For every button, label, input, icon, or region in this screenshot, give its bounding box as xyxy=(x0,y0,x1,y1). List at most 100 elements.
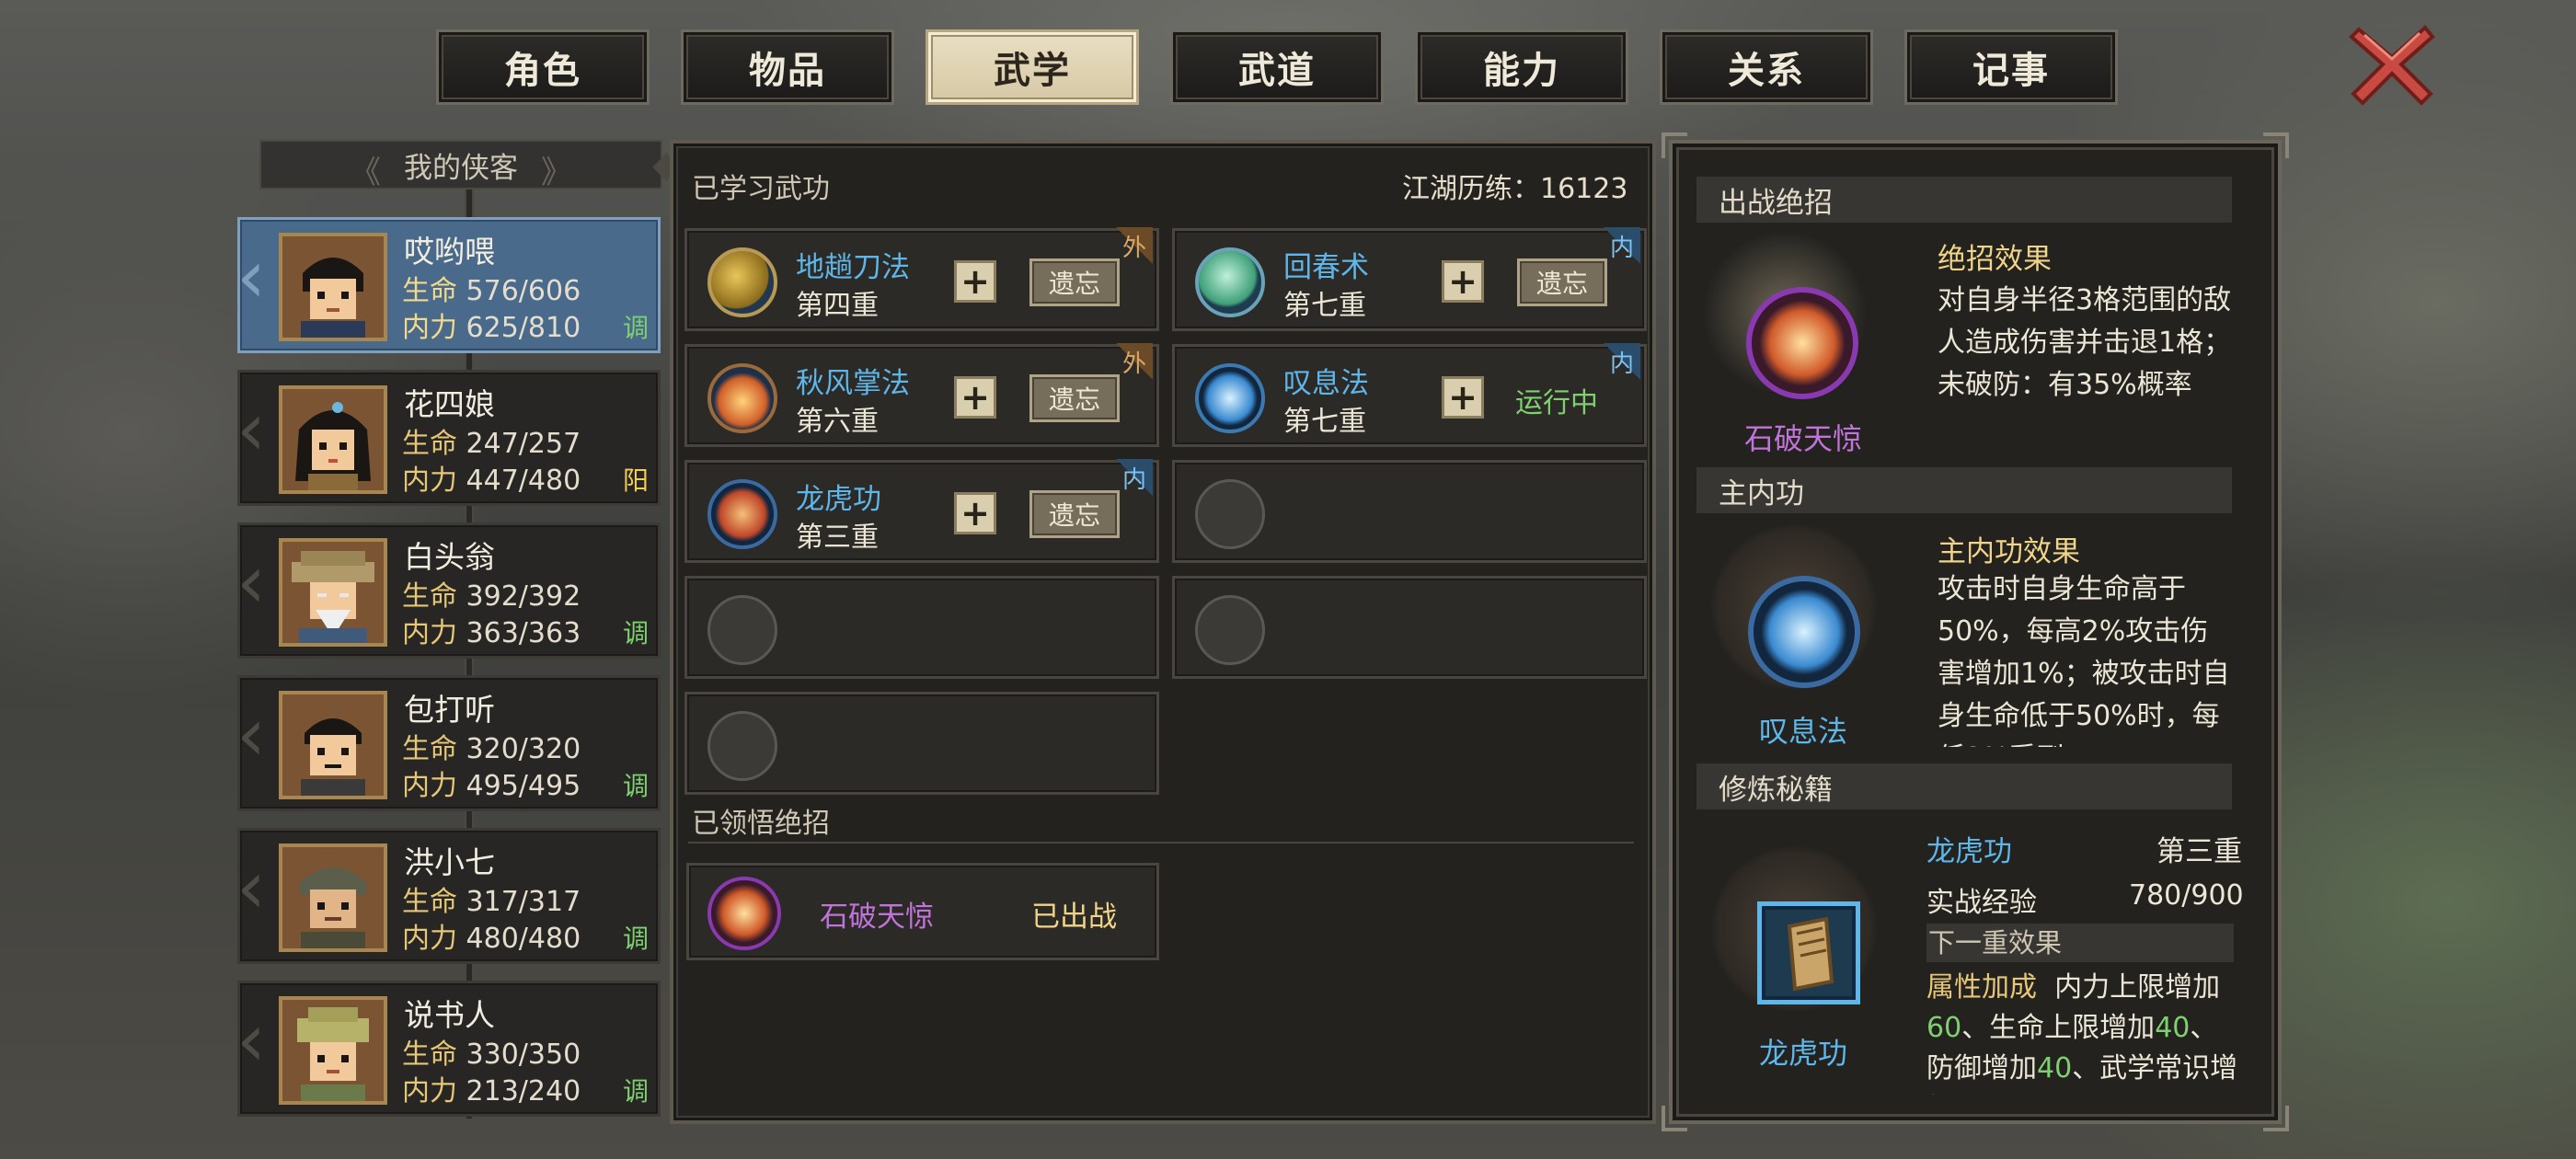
manual-icon[interactable] xyxy=(1757,901,1860,1004)
tab-ability[interactable]: 能力 xyxy=(1415,29,1628,105)
tab-martial-arts[interactable]: 武学 xyxy=(926,29,1139,105)
hero-name: 包打听 xyxy=(404,692,495,728)
sigh-skill-icon[interactable] xyxy=(1748,576,1860,688)
skill-slot[interactable]: 叹息法 第七重 + 运行中 内 xyxy=(1172,343,1647,447)
upgrade-button[interactable]: + xyxy=(954,492,996,534)
hero-hp: 生命 247/257 xyxy=(402,428,581,460)
hero-hp: 生命 576/606 xyxy=(402,275,581,307)
upgrade-button[interactable]: + xyxy=(954,260,996,303)
upgrade-button[interactable]: + xyxy=(1442,376,1484,419)
ult-effect-title: 绝招效果 xyxy=(1938,243,2052,276)
training-level: 第三重 xyxy=(2156,835,2242,868)
empty-skill-slot[interactable] xyxy=(1172,460,1647,563)
hero-name: 哎哟喂 xyxy=(404,234,495,270)
skill-level: 第六重 xyxy=(796,406,879,438)
hero-tag: 调 xyxy=(622,618,649,648)
empty-slot-icon xyxy=(707,595,777,665)
hero-card[interactable]: ‹ 白头翁 生命 392/392 内力 363/363 调 xyxy=(236,522,661,659)
main-neigong-name: 叹息法 xyxy=(1758,714,1847,749)
combat-exp-value: 780/900 xyxy=(2129,879,2244,912)
skill-level: 第三重 xyxy=(796,522,879,554)
divider xyxy=(688,842,1634,843)
frame-corner xyxy=(2263,1106,2289,1131)
empty-skill-slot[interactable] xyxy=(684,692,1159,795)
hero-card[interactable]: ‹ 包打听 生命 320/320 内力 495/495 调 xyxy=(236,675,661,811)
roster-title: 我的侠客 xyxy=(404,151,518,185)
forget-button[interactable]: 遗忘 xyxy=(1029,258,1120,306)
jianghu-experience: 江湖历练：16123 xyxy=(1402,173,1628,205)
internal-badge: 内 xyxy=(1116,459,1153,496)
hero-hp: 生命 320/320 xyxy=(402,733,581,765)
skill-slot[interactable]: 回春术 第七重 + 遗忘 内 xyxy=(1172,227,1647,331)
avatar xyxy=(279,996,387,1105)
hero-mp: 内力 213/240 xyxy=(402,1075,581,1107)
forget-button[interactable]: 遗忘 xyxy=(1029,374,1120,422)
hero-mp: 内力 480/480 xyxy=(402,923,581,955)
upgrade-button[interactable]: + xyxy=(1442,260,1484,303)
bracket-icon: ‹ xyxy=(236,234,266,319)
ultimate-slot[interactable]: 石破天惊 已出战 xyxy=(686,863,1159,960)
empty-slot-icon xyxy=(1195,479,1265,549)
combat-exp-label: 实战经验 xyxy=(1926,887,2037,919)
close-icon xyxy=(2349,25,2435,106)
healing-skill-icon xyxy=(1195,247,1265,317)
hero-card[interactable]: ‹ 花四娘 生命 247/257 内力 447/480 阳 xyxy=(236,370,661,506)
bracket-icon: ‹ xyxy=(236,386,266,472)
shipo-tianjing-icon[interactable] xyxy=(1746,287,1858,399)
palm-skill-icon xyxy=(707,363,777,433)
avatar xyxy=(279,691,387,799)
tab-journal[interactable]: 记事 xyxy=(1904,29,2118,105)
tab-martial-way[interactable]: 武道 xyxy=(1170,29,1384,105)
skill-level: 第七重 xyxy=(1283,290,1366,322)
bracket-icon: ‹ xyxy=(236,539,266,625)
empty-skill-slot[interactable] xyxy=(1172,576,1647,679)
hero-card[interactable]: ‹ 说书人 生命 330/350 内力 213/240 调 xyxy=(236,981,661,1117)
skill-name: 叹息法 xyxy=(1283,367,1369,400)
skill-slot[interactable]: 地趟刀法 第四重 + 遗忘 外 xyxy=(684,227,1159,331)
frame-corner xyxy=(1662,132,1687,158)
close-button[interactable] xyxy=(2346,20,2438,109)
skill-name: 回春术 xyxy=(1283,251,1369,284)
learned-title: 已学习武功 xyxy=(692,173,830,205)
bracket-icon: ‹ xyxy=(236,997,266,1083)
hero-hp: 生命 317/317 xyxy=(402,886,581,918)
hero-name: 说书人 xyxy=(404,997,495,1033)
hero-tag: 调 xyxy=(622,1076,649,1107)
tab-items[interactable]: 物品 xyxy=(681,29,894,105)
forget-button[interactable]: 遗忘 xyxy=(1029,490,1120,538)
ult-effect-text: 对自身半径3格范围的敌人造成伤害并击退1格；未破防：有35%概率 xyxy=(1938,284,2232,401)
internal-badge: 内 xyxy=(1604,227,1640,264)
neigong-effect-text: 攻击时自身生命高于50%，每高2%攻击伤害增加1%；被攻击时自身生命低于50%时… xyxy=(1938,573,2230,747)
skill-level: 第七重 xyxy=(1283,406,1366,438)
empty-skill-slot[interactable] xyxy=(684,576,1159,679)
upgrade-button[interactable]: + xyxy=(954,376,996,419)
roster-header: 《 我的侠客 》 ◆ xyxy=(259,140,681,191)
hero-card[interactable]: ‹ 洪小七 生命 317/317 内力 480/480 调 xyxy=(236,828,661,964)
avatar xyxy=(279,385,387,494)
hero-mp: 内力 447/480 xyxy=(402,465,581,497)
empty-slot-icon xyxy=(707,711,777,781)
battle-ult-name: 石破天惊 xyxy=(1743,421,1862,456)
sigh-skill-icon xyxy=(1195,363,1265,433)
hero-name: 洪小七 xyxy=(404,844,495,880)
ultimate-state: 已出战 xyxy=(1031,901,1117,934)
avatar xyxy=(279,843,387,952)
hero-hp: 生命 330/350 xyxy=(402,1039,581,1071)
tab-role[interactable]: 角色 xyxy=(436,29,650,105)
chevron-left-icon: 《 xyxy=(350,155,381,191)
hero-mp: 内力 495/495 xyxy=(402,770,581,802)
internal-badge: 内 xyxy=(1604,343,1640,380)
hero-card[interactable]: ‹ 哎哟喂 生命 576/606 内力 625/810 调 xyxy=(236,217,661,353)
forget-button[interactable]: 遗忘 xyxy=(1517,258,1607,306)
skill-slot[interactable]: 龙虎功 第三重 + 遗忘 内 xyxy=(684,459,1159,563)
avatar xyxy=(279,538,387,647)
hero-tag: 调 xyxy=(622,771,649,801)
hero-name: 白头翁 xyxy=(404,539,495,575)
ultimate-name: 石破天惊 xyxy=(820,901,934,934)
tab-relations[interactable]: 关系 xyxy=(1660,29,1873,105)
skill-name: 秋风掌法 xyxy=(796,367,910,400)
training-name-caption: 龙虎功 xyxy=(1758,1036,1847,1071)
skill-slot[interactable]: 秋风掌法 第六重 + 遗忘 外 xyxy=(684,343,1159,447)
hero-name: 花四娘 xyxy=(404,386,495,422)
hero-mp: 内力 625/810 xyxy=(402,312,581,344)
